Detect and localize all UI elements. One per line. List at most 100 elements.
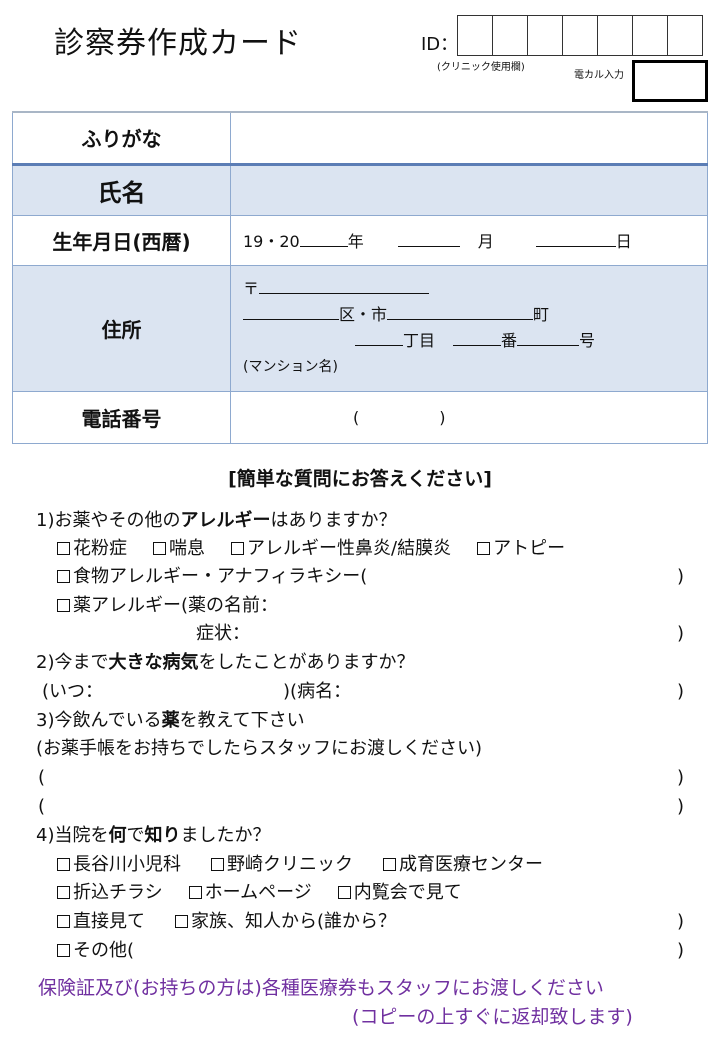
year-unit: 年 (347, 232, 364, 251)
q1-bold: アレルギー (180, 510, 271, 531)
checkbox[interactable] (211, 858, 224, 871)
option-open-house[interactable]: 内覧会で見て (337, 882, 462, 903)
ban-blank[interactable] (453, 344, 502, 346)
food-allergy-label: 食物アレルギー・アナフィラキシー( (73, 566, 368, 587)
option-atopy[interactable]: アトピー (477, 538, 565, 559)
phone-label: 電話番号 (12, 390, 231, 444)
checkbox[interactable] (57, 599, 70, 612)
row-birthdate: 生年月日(西暦) 19・20 年 月 日 (12, 214, 708, 266)
q1-drug-allergy-row: 薬アレルギー(薬の名前： (57, 592, 278, 620)
q1-food-allergy-row: 食物アレルギー・アナフィラキシー() (57, 563, 720, 591)
checkbox[interactable] (231, 542, 244, 555)
go-blank[interactable] (517, 344, 580, 346)
mansion-line: (マンション名) (243, 359, 338, 375)
q4-bold: 何 (108, 825, 127, 846)
month-blank[interactable] (397, 245, 460, 247)
checkbox[interactable] (57, 570, 70, 583)
ku-shi-unit: 区・市 (339, 305, 388, 324)
option-saw-directly[interactable]: 直接見て (57, 911, 145, 932)
q3-suffix: を教えて下さい (179, 710, 305, 731)
checkbox[interactable] (153, 542, 166, 555)
phone-open-paren: ( (353, 407, 360, 427)
open-paren: ( (38, 767, 46, 788)
q1-title: 1)お薬やその他のアレルギーはありますか？ (36, 507, 396, 535)
q4-bold: 知り (144, 825, 181, 846)
option-nozaki[interactable]: 野崎クリニック (211, 854, 353, 875)
checkbox[interactable] (337, 886, 351, 899)
postal-blank[interactable] (259, 292, 430, 294)
close-paren: ) (676, 767, 684, 788)
furigana-field[interactable] (230, 111, 708, 165)
close-paren: ) (676, 911, 684, 932)
checkbox[interactable] (57, 915, 70, 928)
chome-blank[interactable] (355, 344, 403, 346)
row-name: 氏名 (12, 162, 708, 216)
go-unit: 号 (579, 331, 596, 350)
town-blank[interactable] (387, 318, 534, 320)
close-paren: ) (676, 940, 684, 961)
option-label: 直接見て (73, 911, 145, 932)
name-field[interactable] (230, 162, 708, 216)
option-family-friend[interactable]: 家族、知人から(誰から？ (175, 911, 396, 932)
option-hay-fever[interactable]: 花粉症 (57, 538, 127, 559)
patient-info-table: ふりがな 氏名 生年月日(西暦) 19・20 年 月 日 住所 〒 区・市 町 丁目 番 号… (12, 111, 708, 444)
clinic-use-note: (クリニック使用欄) (437, 62, 525, 73)
checkbox[interactable] (383, 858, 396, 871)
q3-answer-row-1[interactable]: () (0, 764, 720, 792)
checkbox[interactable] (188, 886, 202, 899)
option-allergic-rhinitis[interactable]: アレルギー性鼻炎/結膜炎 (231, 538, 451, 559)
q2-prefix: 2)今まで (36, 652, 109, 673)
city-blank[interactable] (243, 318, 339, 320)
q1-symptom-row: 症状：) (0, 620, 720, 648)
q3-bold: 薬 (161, 710, 180, 731)
checkbox[interactable] (57, 944, 70, 957)
close-paren: ) (676, 796, 684, 817)
option-homepage[interactable]: ホームページ (188, 882, 312, 903)
year-blank[interactable] (299, 245, 348, 247)
checkbox[interactable] (57, 858, 70, 871)
id-input-grid[interactable] (457, 15, 703, 56)
id-cell[interactable] (668, 16, 703, 55)
option-label: アトピー (493, 538, 566, 559)
option-label: アレルギー性鼻炎/結膜炎 (247, 538, 452, 559)
ban-unit: 番 (501, 331, 518, 350)
name-label: 氏名 (12, 162, 231, 216)
checkbox[interactable] (175, 915, 188, 928)
checkbox[interactable] (57, 886, 70, 899)
q3-title: 3)今飲んでいる薬を教えて下さい (36, 707, 305, 735)
q4-suffix: ましたか？ (180, 825, 271, 846)
page-title: 診察券作成カード (54, 26, 302, 61)
id-cell[interactable] (458, 16, 493, 55)
phone-field[interactable]: () (230, 390, 708, 444)
phone-close-paren: ) (439, 407, 446, 427)
disease-label: )(病名： (283, 681, 352, 702)
ekaru-checkbox-box[interactable] (632, 60, 708, 102)
q3-answer-row-2[interactable]: () (0, 793, 720, 821)
option-asthma[interactable]: 喘息 (153, 538, 205, 559)
id-cell[interactable] (563, 16, 598, 55)
birthdate-field[interactable]: 19・20 年 月 日 (230, 214, 708, 266)
option-label: 花粉症 (73, 538, 127, 559)
option-label: ホームページ (204, 882, 312, 903)
address-label: 住所 (12, 264, 231, 392)
id-cell[interactable] (633, 16, 668, 55)
postal-line: 〒 (243, 276, 707, 302)
id-cell[interactable] (598, 16, 633, 55)
birth-era-prefix: 19・20 (243, 232, 300, 251)
checkbox[interactable] (477, 542, 491, 555)
return-note: (コピーの上すぐに返却致します) (352, 1006, 633, 1028)
option-seiiku[interactable]: 成育医療センター (383, 854, 543, 875)
checkbox[interactable] (57, 542, 70, 555)
q2-bold: 大きな病気 (108, 652, 199, 673)
city-line: 区・市 町 (243, 302, 707, 328)
id-cell[interactable] (493, 16, 528, 55)
close-paren: ) (676, 681, 684, 702)
id-cell[interactable] (528, 16, 563, 55)
insurance-note: 保険証及び(お持ちの方は)各種医療券もスタッフにお渡しください (38, 977, 604, 999)
day-blank[interactable] (535, 245, 616, 247)
close-paren: ) (676, 566, 684, 587)
row-furigana: ふりがな (12, 111, 708, 165)
option-flyer[interactable]: 折込チラシ (57, 882, 163, 903)
option-hasegawa[interactable]: 長谷川小児科 (57, 854, 181, 875)
address-field[interactable]: 〒 区・市 町 丁目 番 号 (マンション名) (230, 264, 708, 392)
